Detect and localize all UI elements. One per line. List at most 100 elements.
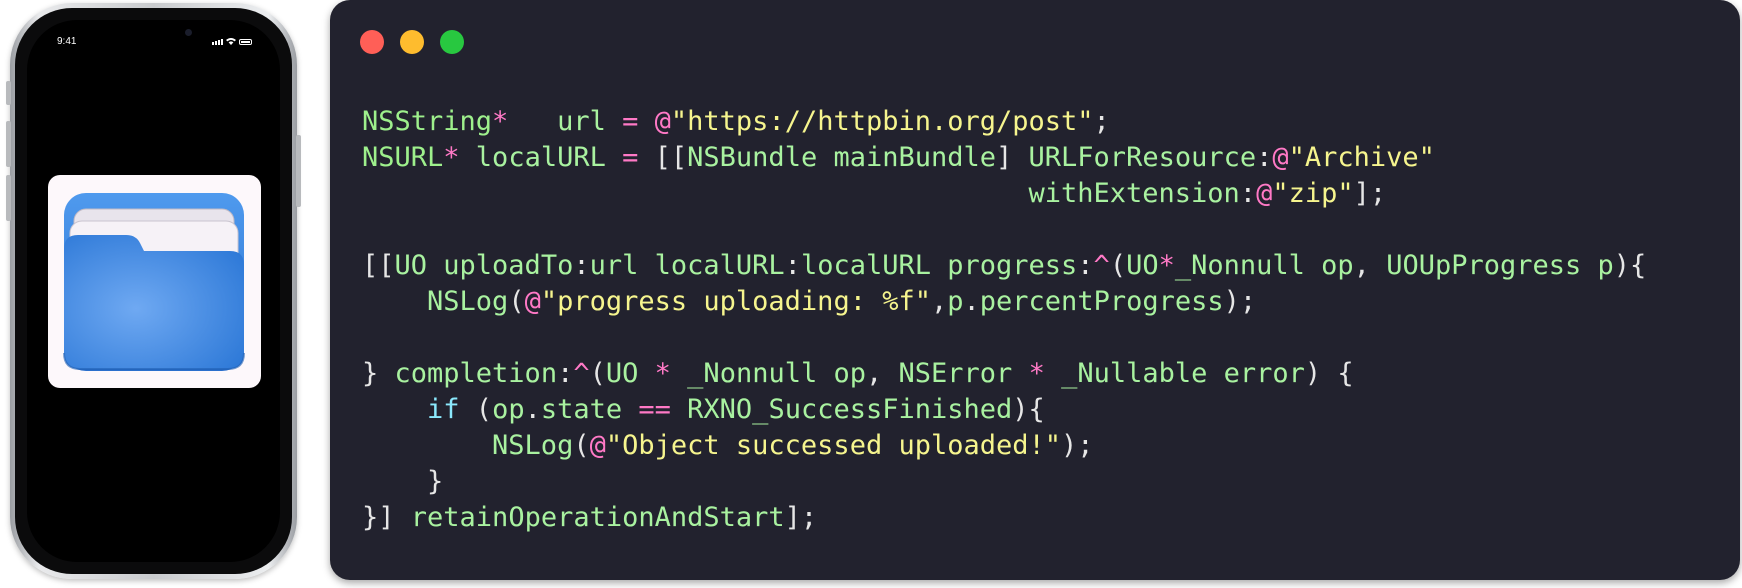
code-token: }] xyxy=(362,502,411,533)
code-token: } xyxy=(362,466,444,497)
code-token: = xyxy=(622,106,639,137)
code-token: , xyxy=(1353,250,1387,281)
phone-mockup: 9:41 xyxy=(6,3,301,579)
code-token: , xyxy=(930,286,948,317)
code-token: NSError xyxy=(898,358,1029,389)
code-line: NSLog(@"progress uploading: %f",p.percen… xyxy=(362,284,1646,320)
phone-volume-up-button xyxy=(6,121,11,167)
code-token: withExtension xyxy=(362,178,1240,209)
code-token: * xyxy=(1028,358,1045,389)
code-token: : xyxy=(784,250,801,281)
code-token: ]; xyxy=(1353,178,1387,209)
code-token: . xyxy=(963,286,980,317)
phone-volume-down-button xyxy=(6,175,11,221)
code-token: p xyxy=(947,286,964,317)
code-token: localURL progress xyxy=(800,250,1078,281)
code-token: ( xyxy=(1109,250,1127,281)
code-token: NSLog xyxy=(362,430,574,461)
window-close-button[interactable] xyxy=(360,30,384,54)
code-token: "Object successed uploaded!" xyxy=(605,430,1062,461)
code-token: percentProgress xyxy=(979,286,1224,317)
code-token: UOUpProgress p xyxy=(1386,250,1614,281)
code-token: [[ xyxy=(638,142,688,173)
code-token: ( xyxy=(508,286,525,317)
code-token: : xyxy=(573,250,590,281)
window-minimize-button[interactable] xyxy=(400,30,424,54)
code-token: * xyxy=(492,106,509,137)
code-line: withExtension:@"zip"]; xyxy=(362,176,1646,212)
code-line: NSString* url = @"https://httpbin.org/po… xyxy=(362,104,1646,140)
code-token: @ xyxy=(1256,178,1273,209)
code-token: ^ xyxy=(1093,250,1110,281)
code-token: localURL xyxy=(459,142,623,173)
code-block: NSString* url = @"https://httpbin.org/po… xyxy=(362,104,1646,536)
status-bar-icons xyxy=(212,37,252,45)
app-icon-card[interactable] xyxy=(48,175,261,388)
code-token: _Nonnull op xyxy=(670,358,866,389)
battery-icon xyxy=(239,39,252,45)
code-token: : xyxy=(1239,178,1257,209)
status-bar-time: 9:41 xyxy=(57,36,77,47)
code-token: _Nullable error xyxy=(1044,358,1305,389)
wifi-icon xyxy=(226,38,236,45)
code-token: "progress uploading: %f" xyxy=(540,286,931,317)
code-token: NSString xyxy=(362,106,493,137)
code-token: @ xyxy=(589,430,606,461)
code-token: @ xyxy=(524,286,541,317)
code-token: url localURL xyxy=(589,250,785,281)
window-zoom-button[interactable] xyxy=(440,30,464,54)
code-token: . xyxy=(524,394,541,425)
code-token: ] xyxy=(996,142,1029,173)
code-token: NSBundle mainBundle xyxy=(687,142,997,173)
code-token: * xyxy=(654,358,671,389)
phone-mute-switch xyxy=(6,81,11,105)
phone-notch xyxy=(79,20,228,44)
code-token: if xyxy=(427,394,460,425)
code-line: [[UO uploadTo:url localURL:localURL prog… xyxy=(362,248,1646,284)
code-token: , xyxy=(866,358,899,389)
code-token: URLForResource xyxy=(1028,142,1257,173)
code-token: "Archive" xyxy=(1288,142,1435,173)
code-token: retainOperationAndStart xyxy=(410,502,785,533)
code-token: : xyxy=(1077,250,1094,281)
code-token: @ xyxy=(1272,142,1289,173)
code-line: if (op.state == RXNO_SuccessFinished){ xyxy=(362,392,1646,428)
code-token: "https://httpbin.org/post" xyxy=(670,106,1094,137)
code-token: ; xyxy=(1093,106,1110,137)
code-token: ( xyxy=(459,394,493,425)
code-token: ){ xyxy=(1012,394,1045,425)
cellular-signal-icon xyxy=(212,39,223,45)
code-token: _Nonnull op xyxy=(1174,250,1354,281)
code-token: ( xyxy=(573,430,590,461)
code-token: == xyxy=(638,394,671,425)
code-token: @ xyxy=(654,106,671,137)
phone-screen: 9:41 xyxy=(27,20,280,562)
code-token: UO xyxy=(1126,250,1159,281)
code-token: ]; xyxy=(784,502,818,533)
code-token: RXNO_SuccessFinished xyxy=(670,394,1013,425)
code-window: NSString* url = @"https://httpbin.org/po… xyxy=(330,0,1740,580)
code-line: } xyxy=(362,464,1646,500)
code-token: url xyxy=(508,106,623,137)
code-token: * xyxy=(1158,250,1175,281)
code-line: NSLog(@"Object successed uploaded!"); xyxy=(362,428,1646,464)
code-token: ){ xyxy=(1613,250,1647,281)
front-camera-icon xyxy=(184,29,192,36)
code-token: = xyxy=(622,142,639,173)
code-line: NSURL* localURL = [[NSBundle mainBundle]… xyxy=(362,140,1646,176)
code-token: UO xyxy=(605,358,655,389)
code-token: } xyxy=(362,358,395,389)
code-token: state xyxy=(540,394,639,425)
screenshot-stage: 9:41 NSString* url = @"https://httpbin.o… xyxy=(0,0,1742,588)
code-line: } completion:^(UO * _Nonnull op, NSError… xyxy=(362,356,1646,392)
code-token: * xyxy=(443,142,460,173)
code-token: completion xyxy=(394,358,558,389)
phone-bezel: 9:41 xyxy=(15,8,292,574)
phone-side-button xyxy=(296,135,301,207)
code-token: ( xyxy=(589,358,606,389)
code-token: [[ xyxy=(362,250,395,281)
